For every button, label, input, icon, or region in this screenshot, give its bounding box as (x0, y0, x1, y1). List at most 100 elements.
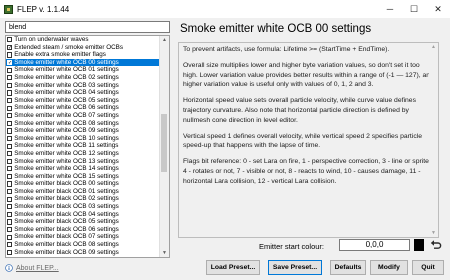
list-item-checkbox[interactable] (7, 211, 13, 218)
list-item-checkbox[interactable] (7, 113, 13, 119)
modify-button[interactable]: Modify (370, 260, 408, 275)
maximize-button[interactable]: ☐ (402, 0, 426, 18)
list-item-checkbox[interactable] (7, 52, 13, 58)
list-item-label: Smoke emitter black OCB 00 settings (14, 180, 119, 188)
list-item-checkbox[interactable] (7, 219, 13, 225)
list-item[interactable]: Smoke emitter white OCB 04 settings (6, 89, 160, 97)
list-item-checkbox[interactable] (7, 67, 13, 73)
list-item-checkbox[interactable] (7, 90, 13, 96)
list-item-checkbox[interactable] (7, 242, 13, 248)
defaults-button[interactable]: Defaults (330, 260, 366, 275)
load-preset-button[interactable]: Load Preset... (206, 260, 260, 275)
save-preset-button[interactable]: Save Preset... (268, 260, 322, 275)
scroll-up-arrow-icon[interactable]: ▲ (429, 43, 438, 51)
list-item-checkbox[interactable] (7, 75, 13, 81)
list-item[interactable]: Smoke emitter black OCB 04 settings (6, 211, 160, 219)
minimize-button[interactable]: ─ (378, 0, 402, 18)
list-item[interactable]: ✓ Smoke emitter white OCB 00 settings (6, 58, 160, 67)
list-item-label: Smoke emitter black OCB 08 settings (14, 241, 119, 249)
list-item-label: Smoke emitter white OCB 07 settings (14, 111, 119, 119)
list-item[interactable]: Smoke emitter black OCB 08 settings (6, 241, 160, 249)
list-item-label: Smoke emitter white OCB 13 settings (14, 157, 119, 165)
list-item-label: Smoke emitter white OCB 00 settings (14, 58, 119, 66)
description-paragraph: Flags bit reference: 0 - set Lara on fir… (183, 158, 431, 185)
list-item-checkbox[interactable] (7, 143, 13, 149)
colour-swatch[interactable] (414, 239, 424, 251)
list-item[interactable]: Smoke emitter black OCB 09 settings (6, 249, 160, 257)
description-scrollbar[interactable]: ▲ ▼ (429, 43, 438, 237)
emitter-colour-label: Emitter start colour: (259, 242, 325, 251)
list-item-checkbox[interactable]: ✓ (7, 44, 12, 50)
scroll-down-arrow-icon[interactable]: ▼ (160, 249, 169, 257)
list-item[interactable]: Smoke emitter white OCB 15 settings (6, 173, 160, 181)
list-item-checkbox[interactable] (7, 105, 13, 111)
list-item-label: Smoke emitter white OCB 06 settings (14, 104, 119, 112)
close-button[interactable]: ✕ (426, 0, 450, 18)
list-item-checkbox[interactable] (7, 204, 13, 210)
list-item[interactable]: Smoke emitter white OCB 11 settings (6, 142, 160, 150)
list-item-label: Smoke emitter black OCB 09 settings (14, 248, 119, 256)
description-box: To prevent artifacts, use formula: Lifet… (178, 42, 439, 238)
list-item-checkbox[interactable] (7, 189, 13, 195)
list-item-checkbox[interactable] (7, 249, 13, 256)
list-item[interactable]: ✓ Extended steam / smoke emitter OCBs (6, 44, 160, 52)
list-item-checkbox[interactable] (7, 227, 13, 233)
list-item-checkbox[interactable] (7, 173, 13, 180)
list-item[interactable]: Smoke emitter white OCB 06 settings (6, 104, 160, 112)
list-item[interactable]: Smoke emitter white OCB 03 settings (6, 82, 160, 90)
list-item[interactable]: Smoke emitter white OCB 01 settings (6, 66, 160, 74)
option-list-scrollbar[interactable]: ▲ ▼ (159, 36, 169, 257)
quit-button[interactable]: Quit (412, 260, 444, 275)
list-item[interactable]: Smoke emitter black OCB 05 settings (6, 218, 160, 226)
list-item[interactable]: Smoke emitter white OCB 14 settings (6, 165, 160, 173)
list-item[interactable]: Turn on underwater waves (6, 36, 160, 44)
list-item[interactable]: Smoke emitter black OCB 02 settings (6, 195, 160, 203)
app-icon (4, 4, 13, 14)
list-item[interactable]: Smoke emitter white OCB 02 settings (6, 74, 160, 82)
list-item[interactable]: Smoke emitter white OCB 10 settings (6, 135, 160, 143)
list-item[interactable]: Smoke emitter black OCB 06 settings (6, 226, 160, 234)
list-item[interactable]: Smoke emitter white OCB 12 settings (6, 150, 160, 158)
undo-arrow-icon[interactable] (430, 239, 442, 251)
setting-title: Smoke emitter white OCB 00 settings (180, 23, 372, 35)
list-item-checkbox[interactable] (7, 181, 13, 187)
list-item[interactable]: Smoke emitter black OCB 07 settings (6, 233, 160, 241)
list-item-checkbox[interactable] (7, 97, 13, 104)
list-item[interactable]: Smoke emitter white OCB 09 settings (6, 127, 160, 135)
list-item[interactable]: Smoke emitter black OCB 01 settings (6, 188, 160, 196)
list-item[interactable]: Smoke emitter black OCB 03 settings (6, 203, 160, 211)
list-item[interactable]: Smoke emitter white OCB 07 settings (6, 112, 160, 120)
list-item-label: Smoke emitter white OCB 08 settings (14, 119, 119, 127)
list-item-label: Smoke emitter white OCB 11 settings (14, 142, 119, 150)
list-item[interactable]: Smoke emitter white OCB 13 settings (6, 158, 160, 166)
list-item-label: Smoke emitter white OCB 01 settings (14, 66, 119, 74)
list-item-label: Smoke emitter white OCB 04 settings (14, 89, 119, 97)
list-item-checkbox[interactable] (7, 128, 13, 134)
list-item-label: Smoke emitter white OCB 10 settings (14, 134, 119, 142)
scroll-thumb[interactable] (161, 114, 167, 172)
emitter-colour-field[interactable]: 0,0,0 (339, 239, 410, 251)
list-item[interactable]: Smoke emitter white OCB 08 settings (6, 120, 160, 128)
list-item-checkbox[interactable] (7, 158, 13, 164)
list-item-checkbox[interactable] (7, 196, 13, 202)
list-item-checkbox[interactable] (7, 151, 13, 157)
search-input[interactable]: blend (5, 21, 170, 33)
scroll-down-arrow-icon[interactable]: ▼ (429, 229, 438, 237)
scroll-up-arrow-icon[interactable]: ▲ (160, 36, 169, 44)
list-item[interactable]: Smoke emitter white OCB 05 settings (6, 97, 160, 105)
list-item[interactable]: Enable extra smoke emitter flags (6, 51, 160, 59)
list-item-label: Smoke emitter black OCB 06 settings (14, 225, 119, 233)
list-item[interactable]: Smoke emitter black OCB 00 settings (6, 180, 160, 188)
list-item-checkbox[interactable] (7, 37, 13, 43)
list-item-checkbox[interactable] (7, 82, 13, 88)
list-item-label: Smoke emitter black OCB 04 settings (14, 210, 119, 218)
option-list[interactable]: Turn on underwater waves ✓ Extended steam … (5, 35, 170, 258)
list-item-checkbox[interactable] (7, 166, 13, 172)
list-item-checkbox[interactable] (7, 135, 13, 142)
list-item-label: Smoke emitter black OCB 01 settings (14, 187, 119, 195)
list-item-checkbox[interactable] (7, 234, 13, 240)
list-item-label: Smoke emitter black OCB 03 settings (14, 203, 119, 211)
list-item-checkbox[interactable] (7, 120, 13, 126)
action-bar: Load Preset... Save Preset... Defaults M… (0, 260, 450, 276)
list-item-checkbox[interactable]: ✓ (7, 59, 12, 66)
